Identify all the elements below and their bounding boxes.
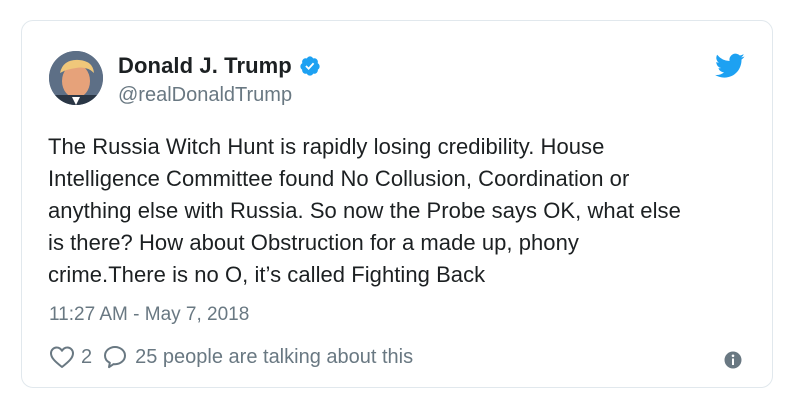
tweet-timestamp[interactable]: 11:27 AM - May 7, 2018 (49, 304, 249, 326)
author-name-row: Donald J. Trump (118, 52, 321, 80)
like-count: 2 (81, 345, 93, 368)
heart-icon (49, 345, 75, 369)
tweet-actions: 2 25 people are talking about this (49, 344, 413, 370)
like-button[interactable]: 2 (49, 345, 92, 369)
speech-bubble-icon (102, 344, 128, 370)
twitter-bird-icon[interactable] (715, 53, 745, 79)
reply-button[interactable]: 25 people are talking about this (102, 344, 413, 370)
avatar[interactable] (49, 51, 103, 105)
tweet-text: The Russia Witch Hunt is rapidly losing … (48, 134, 681, 287)
verified-badge-icon (299, 55, 321, 77)
tweet-card: Donald J. Trump @realDonaldTrump The Rus… (21, 20, 773, 388)
info-icon[interactable] (724, 351, 742, 369)
author-name[interactable]: Donald J. Trump (118, 53, 292, 79)
avatar-image (49, 51, 103, 105)
conversation-count: 25 people are talking about this (135, 345, 414, 368)
author-handle[interactable]: @realDonaldTrump (118, 84, 321, 107)
tweet-author: Donald J. Trump @realDonaldTrump (118, 52, 321, 107)
